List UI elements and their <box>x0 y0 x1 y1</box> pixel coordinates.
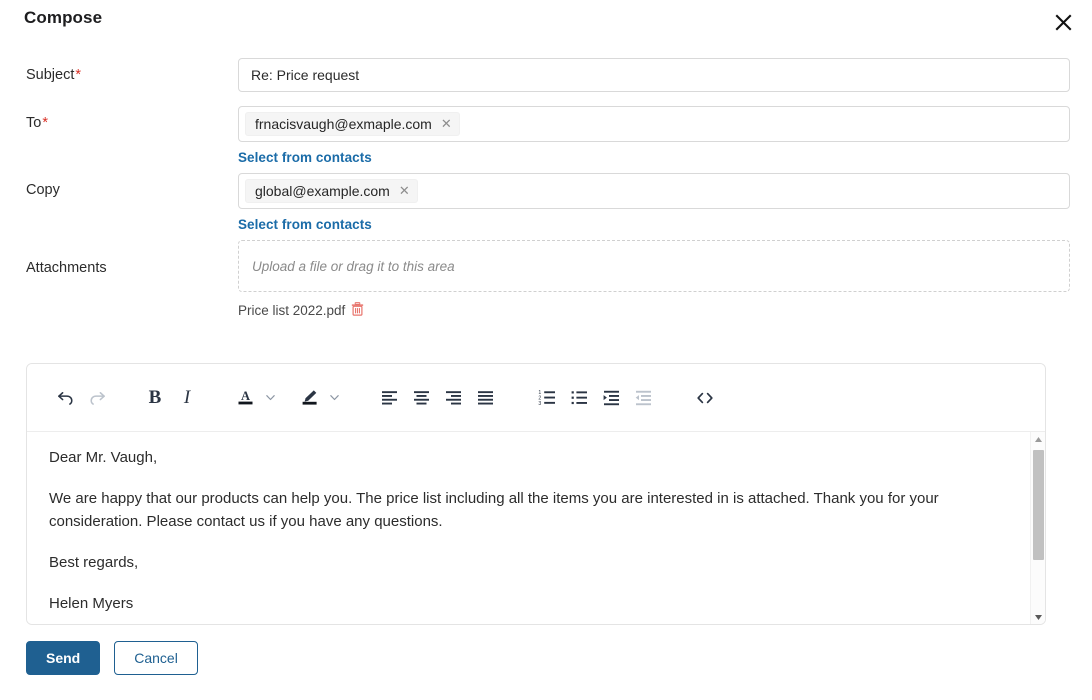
bullet-list-icon[interactable] <box>563 382 595 414</box>
align-right-icon[interactable] <box>437 382 469 414</box>
italic-icon[interactable]: I <box>171 382 203 414</box>
recipient-email: global@example.com <box>255 183 390 199</box>
to-field-wrap: frnacisvaugh@exmaple.com ✕ Select from c… <box>238 106 1070 167</box>
page-title: Compose <box>24 8 103 27</box>
editor-toolbar: B I A 1 2 3 <box>27 364 1045 432</box>
to-select-contacts-link[interactable]: Select from contacts <box>238 150 372 165</box>
align-center-icon[interactable] <box>405 382 437 414</box>
rich-text-editor: B I A 1 2 3 Dear Mr. Vaugh, We are happy… <box>26 363 1046 625</box>
dialog-actions: Send Cancel <box>26 641 198 675</box>
recipient-tag: global@example.com ✕ <box>245 179 418 203</box>
cancel-button[interactable]: Cancel <box>114 641 198 675</box>
svg-text:3: 3 <box>538 401 541 407</box>
field-row-copy: Copy global@example.com ✕ Select from co… <box>0 173 1092 234</box>
field-row-subject: Subject* <box>0 58 1092 92</box>
attachments-label: Attachments <box>26 260 107 276</box>
text-color-caret-icon[interactable] <box>261 382 279 414</box>
editor-paragraph: Helen Myers <box>49 595 134 612</box>
copy-select-contacts-link[interactable]: Select from contacts <box>238 217 372 232</box>
required-marker: * <box>75 67 82 83</box>
field-row-attachments: Attachments Upload a file or drag it to … <box>0 240 1092 319</box>
indent-icon[interactable] <box>595 382 627 414</box>
field-row-to: To* frnacisvaugh@exmaple.com ✕ Select fr… <box>0 106 1092 167</box>
caret-up-icon[interactable] <box>1031 432 1045 447</box>
align-left-icon[interactable] <box>373 382 405 414</box>
copy-field-wrap: global@example.com ✕ Select from contact… <box>238 173 1070 234</box>
editor-content[interactable]: Dear Mr. Vaugh, We are happy that our pr… <box>27 432 1045 624</box>
highlight-caret-icon[interactable] <box>325 382 343 414</box>
close-icon[interactable]: ✕ <box>399 184 410 197</box>
scrollbar-thumb[interactable] <box>1033 450 1044 560</box>
close-icon[interactable]: ✕ <box>441 117 452 130</box>
bold-icon[interactable]: B <box>139 382 171 414</box>
subject-input[interactable] <box>238 58 1070 92</box>
code-icon[interactable] <box>689 382 721 414</box>
attachment-file-name: Price list 2022.pdf <box>238 303 346 318</box>
trash-icon[interactable] <box>351 302 364 319</box>
dropzone-text: Upload a file or drag it to this area <box>252 258 455 274</box>
subject-field-wrap <box>238 58 1070 92</box>
to-input[interactable]: frnacisvaugh@exmaple.com ✕ <box>238 106 1070 142</box>
attachment-list-item: Price list 2022.pdf <box>238 302 1070 319</box>
subject-label: Subject* <box>26 58 238 85</box>
copy-input[interactable]: global@example.com ✕ <box>238 173 1070 209</box>
to-label-text: To <box>26 115 42 131</box>
editor-paragraph: We are happy that our products can help … <box>49 490 939 530</box>
attachments-field-wrap: Upload a file or drag it to this area Pr… <box>238 240 1070 319</box>
editor-scrollbar[interactable] <box>1030 432 1045 624</box>
undo-icon[interactable] <box>49 382 81 414</box>
caret-down-icon[interactable] <box>1031 610 1045 624</box>
ordered-list-icon[interactable]: 1 2 3 <box>531 382 563 414</box>
send-button[interactable]: Send <box>26 641 101 675</box>
subject-label-text: Subject <box>26 67 75 83</box>
redo-icon[interactable] <box>81 382 113 414</box>
italic-glyph: I <box>183 386 191 408</box>
highlight-icon[interactable] <box>293 382 325 414</box>
text-color-icon[interactable]: A <box>229 382 261 414</box>
editor-paragraph: Best regards, <box>49 554 139 571</box>
recipient-email: frnacisvaugh@exmaple.com <box>255 116 432 132</box>
align-justify-icon[interactable] <box>469 382 501 414</box>
attachment-dropzone[interactable]: Upload a file or drag it to this area <box>238 240 1070 292</box>
compose-dialog: Compose Subject* To* frnacisvaugh@exm <box>0 0 1092 700</box>
svg-text:A: A <box>240 389 249 403</box>
outdent-icon[interactable] <box>627 382 659 414</box>
to-label: To* <box>26 106 238 133</box>
bold-glyph: B <box>148 386 162 408</box>
recipient-tag: frnacisvaugh@exmaple.com ✕ <box>245 112 460 136</box>
editor-paragraph: Dear Mr. Vaugh, <box>49 449 158 466</box>
close-icon[interactable] <box>1048 7 1078 37</box>
compose-form: Subject* To* frnacisvaugh@exmaple.com ✕ … <box>0 58 1092 319</box>
copy-label: Copy <box>26 182 60 198</box>
required-marker: * <box>42 115 48 131</box>
